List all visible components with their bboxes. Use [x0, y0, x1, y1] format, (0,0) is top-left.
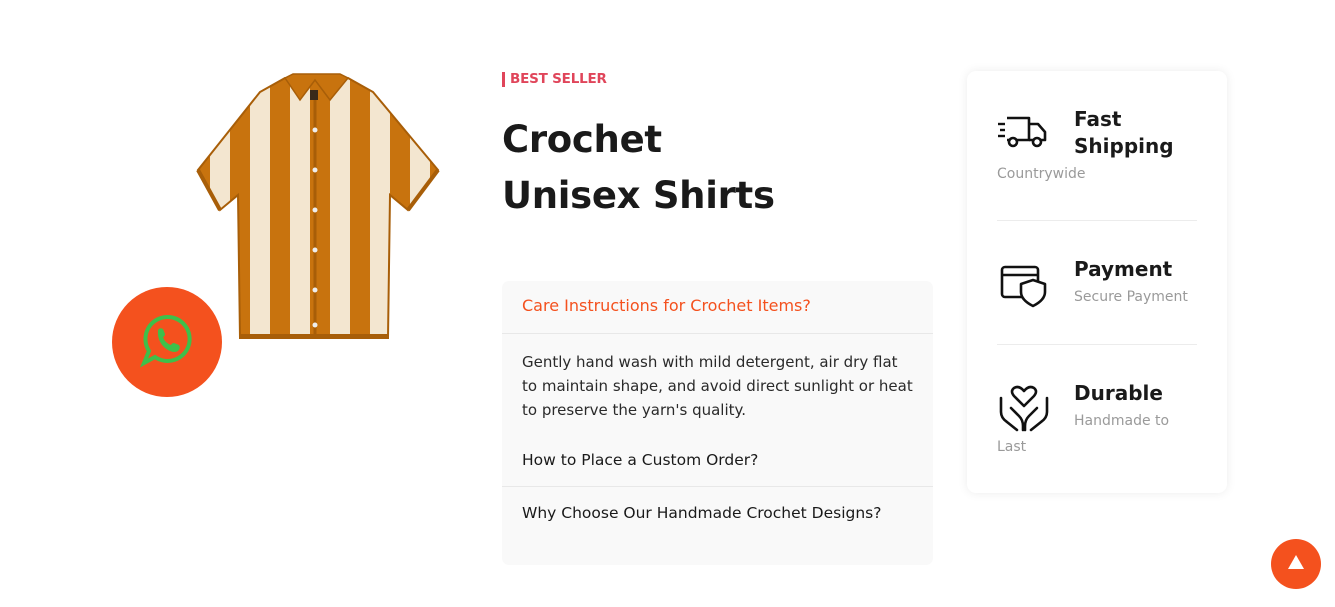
arrow-up-icon [1287, 554, 1305, 574]
product-title: Crochet Unisex Shirts [502, 112, 775, 224]
features-card: Fast Shipping Countrywide Payment Secure… [967, 71, 1227, 493]
truck-icon [997, 112, 1049, 156]
faq-accordion: Care Instructions for Crochet Items? Gen… [502, 281, 933, 565]
feature-payment-title: Payment [1074, 257, 1173, 281]
feature-durable-subtitle-line2: Last [997, 439, 1027, 455]
hands-heart-icon [997, 384, 1051, 436]
faq-answer-care: Gently hand wash with mild detergent, ai… [522, 353, 913, 419]
faq-question-custom-order[interactable]: How to Place a Custom Order? [502, 432, 933, 487]
feature-shipping-subtitle: Countrywide [997, 166, 1086, 182]
whatsapp-button[interactable] [112, 287, 222, 397]
whatsapp-icon [138, 311, 196, 373]
product-title-line2: Unisex Shirts [502, 174, 775, 217]
feature-payment: Payment Secure Payment [997, 256, 1197, 316]
card-shield-icon [997, 262, 1049, 312]
feature-durable-subtitle-line1: Handmade to [1074, 413, 1170, 429]
feature-durable-title: Durable [1074, 381, 1163, 405]
feature-shipping-title-line1: Fast [1074, 107, 1122, 131]
faq-question-care[interactable]: Care Instructions for Crochet Items? [502, 281, 933, 334]
product-image [190, 70, 445, 345]
scroll-to-top-button[interactable] [1271, 539, 1321, 589]
feature-durable: Durable Handmade to Last [997, 380, 1197, 460]
feature-shipping-title-line2: Shipping [1074, 134, 1174, 158]
feature-shipping: Fast Shipping Countrywide [997, 106, 1197, 186]
divider [997, 220, 1197, 221]
faq-question-why-choose[interactable]: Why Choose Our Handmade Crochet Designs? [502, 487, 933, 523]
feature-shipping-title: Fast Shipping [1074, 106, 1174, 160]
feature-payment-subtitle: Secure Payment [1074, 289, 1188, 305]
best-seller-badge: BEST SELLER [502, 72, 607, 87]
product-title-line1: Crochet [502, 118, 662, 161]
divider [997, 344, 1197, 345]
